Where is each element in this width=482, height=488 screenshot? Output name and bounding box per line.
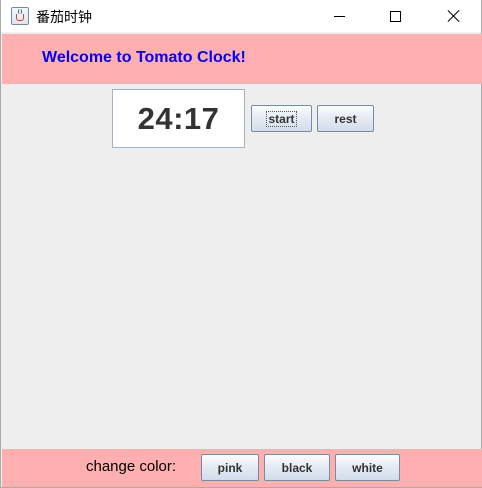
window-title: 番茄时钟 xyxy=(36,10,92,26)
pink-button-label: pink xyxy=(217,460,243,475)
close-icon xyxy=(447,9,461,23)
timer-value: 24:17 xyxy=(137,100,220,136)
change-color-label: change color: xyxy=(86,458,177,475)
black-color-button[interactable]: black xyxy=(264,454,330,481)
pink-color-button[interactable]: pink xyxy=(201,454,259,481)
title-bar[interactable]: 番茄时钟 xyxy=(1,0,481,32)
maximize-button[interactable] xyxy=(372,0,418,32)
maximize-icon xyxy=(389,10,401,22)
rest-button[interactable]: rest xyxy=(317,105,374,132)
color-footer: change color: pink black white xyxy=(2,449,482,487)
rest-button-label: rest xyxy=(334,111,357,126)
timer-display: 24:17 xyxy=(112,89,245,148)
close-button[interactable] xyxy=(431,0,477,32)
java-cup-icon xyxy=(11,7,29,25)
black-button-label: black xyxy=(281,460,313,475)
start-button[interactable]: start xyxy=(251,105,312,132)
start-button-label: start xyxy=(266,110,297,127)
app-window: 番茄时钟 Welcome to Tomato Clock! 24:17 star… xyxy=(0,0,482,488)
white-button-label: white xyxy=(352,460,383,475)
welcome-header: Welcome to Tomato Clock! xyxy=(2,34,482,84)
welcome-text: Welcome to Tomato Clock! xyxy=(42,49,246,66)
minimize-icon xyxy=(333,15,345,17)
white-color-button[interactable]: white xyxy=(335,454,400,481)
minimize-button[interactable] xyxy=(316,0,362,32)
